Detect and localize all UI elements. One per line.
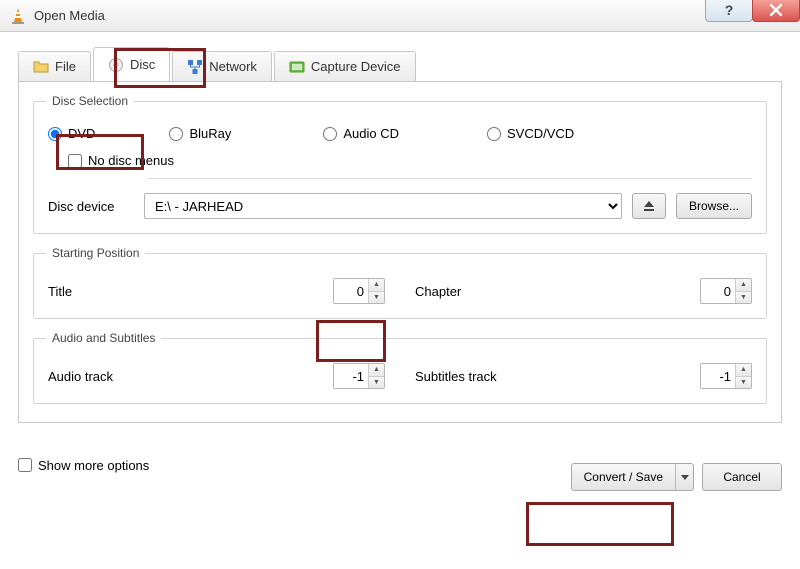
chapter-spinner[interactable]: ▲▼ [700,278,752,304]
cancel-label: Cancel [723,470,760,484]
radio-bluray-input[interactable] [169,127,183,141]
audio-track-spin-up[interactable]: ▲ [369,364,384,377]
cancel-button[interactable]: Cancel [702,463,782,491]
legend-audio-subtitles: Audio and Subtitles [46,331,161,345]
disc-device-select[interactable]: E:\ - JARHEAD [144,193,622,219]
checkbox-show-more-options[interactable]: Show more options [18,458,149,473]
tab-capture[interactable]: Capture Device [274,51,416,81]
radio-dvd-label: DVD [68,126,95,141]
tab-capture-label: Capture Device [311,59,401,74]
subtitles-track-label: Subtitles track [415,369,700,384]
chapter-spinner-input[interactable] [701,279,735,303]
subtitles-track-input[interactable] [701,364,735,388]
chapter-spin-down[interactable]: ▼ [736,292,751,304]
window-controls: ? [706,0,800,22]
window-title: Open Media [34,8,105,23]
radio-audiocd-input[interactable] [323,127,337,141]
audio-track-label: Audio track [48,369,333,384]
group-audio-subtitles: Audio and Subtitles Audio track ▲▼ Subti… [33,331,767,404]
tab-network-label: Network [209,59,257,74]
audio-track-spin-down[interactable]: ▼ [369,377,384,389]
separator [148,178,752,179]
radio-svcd-input[interactable] [487,127,501,141]
tab-network[interactable]: Network [172,51,272,81]
chapter-label: Chapter [415,284,700,299]
convert-save-button[interactable]: Convert / Save [571,463,694,491]
disc-icon [108,57,124,73]
tab-disc-label: Disc [130,57,155,72]
radio-dvd-input[interactable] [48,127,62,141]
checkbox-no-disc-menus-input[interactable] [68,154,82,168]
checkbox-no-disc-menus[interactable]: No disc menus [68,153,752,168]
radio-audiocd[interactable]: Audio CD [323,126,399,141]
group-starting-position: Starting Position Title ▲▼ Chapter ▲▼ [33,246,767,319]
browse-button-label: Browse... [689,199,739,213]
eject-icon [642,199,656,213]
radio-bluray-label: BluRay [189,126,231,141]
subtitles-track-spin-up[interactable]: ▲ [736,364,751,377]
titlebar: Open Media ? [0,0,800,32]
legend-disc-selection: Disc Selection [46,94,134,108]
audio-track-spinner[interactable]: ▲▼ [333,363,385,389]
group-disc-selection: Disc Selection DVD BluRay Audio CD SVCD/… [33,94,767,234]
tab-disc[interactable]: Disc [93,47,170,81]
chapter-spin-up[interactable]: ▲ [736,279,751,292]
title-spinner-input[interactable] [334,279,368,303]
radio-bluray[interactable]: BluRay [169,126,231,141]
tab-bar: File Disc Network Capture Device [18,48,782,82]
title-label: Title [48,284,333,299]
capture-device-icon [289,59,305,75]
radio-svcd[interactable]: SVCD/VCD [487,126,574,141]
subtitles-track-spinner[interactable]: ▲▼ [700,363,752,389]
eject-button[interactable] [632,193,666,219]
disc-device-label: Disc device [48,199,134,214]
checkbox-no-disc-menus-label: No disc menus [88,153,174,168]
title-spinner[interactable]: ▲▼ [333,278,385,304]
highlight-convert-save [526,502,674,546]
close-button[interactable] [752,0,800,22]
title-spin-up[interactable]: ▲ [369,279,384,292]
browse-button[interactable]: Browse... [676,193,752,219]
radio-audiocd-label: Audio CD [343,126,399,141]
checkbox-show-more-options-label: Show more options [38,458,149,473]
folder-icon [33,59,49,75]
audio-track-input[interactable] [334,364,368,388]
vlc-cone-icon [8,6,28,26]
title-spin-down[interactable]: ▼ [369,292,384,304]
radio-dvd[interactable]: DVD [48,126,95,141]
help-button[interactable]: ? [705,0,753,22]
tab-file[interactable]: File [18,51,91,81]
network-icon [187,59,203,75]
dropdown-arrow-icon[interactable] [675,464,693,490]
tab-file-label: File [55,59,76,74]
checkbox-show-more-options-input[interactable] [18,458,32,472]
tab-content: Disc Selection DVD BluRay Audio CD SVCD/… [18,81,782,423]
convert-save-label: Convert / Save [584,470,663,484]
subtitles-track-spin-down[interactable]: ▼ [736,377,751,389]
legend-starting-position: Starting Position [46,246,145,260]
radio-svcd-label: SVCD/VCD [507,126,574,141]
